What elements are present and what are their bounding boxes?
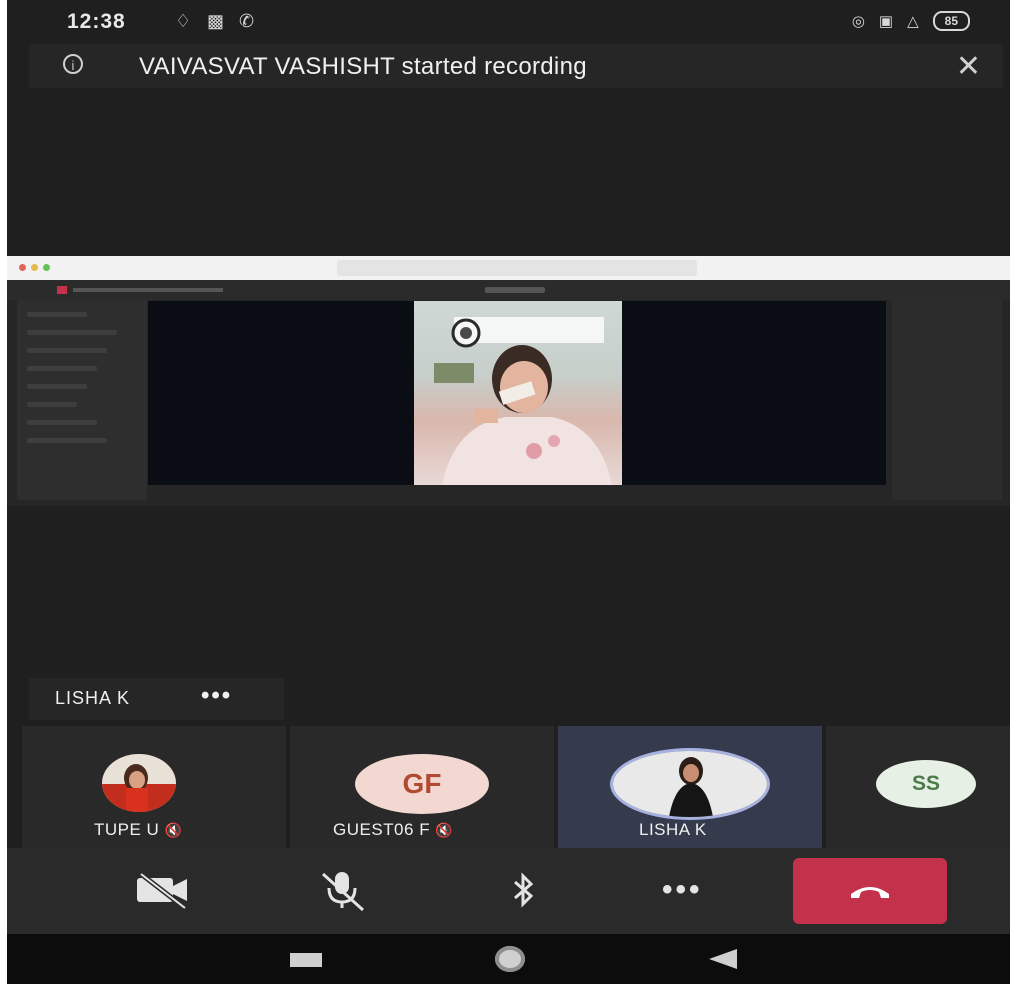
window-maximize-dot <box>43 264 50 271</box>
sidebar-line <box>27 330 117 335</box>
call-controls: ••• <box>7 848 1010 934</box>
android-nav-bar <box>7 934 1010 984</box>
notification-icon: ♢ <box>175 11 192 31</box>
more-options-icon[interactable]: ••• <box>201 682 232 710</box>
battery-indicator: 85 <box>932 11 970 31</box>
shared-app-indicator <box>485 287 545 293</box>
participant-initials-avatar: SS <box>876 760 976 808</box>
participant-name: LISHA K <box>639 820 707 839</box>
mic-off-icon <box>321 872 365 912</box>
recording-banner: i VAIVASVAT VASHISHT started recording ✕ <box>29 44 1003 88</box>
address-bar <box>337 260 697 276</box>
recording-message: VAIVASVAT VASHISHT started recording <box>139 53 587 80</box>
participants-strip: TUPE U 🔇 GF GUEST06 F 🔇 LISHA K SS <box>7 726 1010 848</box>
pinned-participant-label[interactable]: LISHA K ••• <box>29 678 284 720</box>
close-icon[interactable]: ✕ <box>956 49 981 84</box>
participant-tile[interactable]: TUPE U 🔇 <box>22 726 286 848</box>
phone-icon: ✆ <box>239 11 255 31</box>
shared-app-logo <box>57 286 67 294</box>
participant-initials-avatar: GF <box>355 754 489 814</box>
status-bar: 12:38 ♢ ▩ ✆ ◎ ▣ △ 85 <box>7 0 1010 44</box>
hang-up-button[interactable] <box>793 858 947 924</box>
participant-tile-active[interactable]: LISHA K <box>558 726 822 848</box>
participant-name-label: GUEST06 F 🔇 <box>333 820 453 840</box>
sidebar-line <box>27 420 97 425</box>
pinned-name: LISHA K <box>55 688 131 708</box>
sidebar-line <box>27 348 107 353</box>
participant-avatar <box>102 754 176 812</box>
camera-toggle-button[interactable] <box>133 868 193 912</box>
participant-tile[interactable]: GF GUEST06 F 🔇 <box>290 726 554 848</box>
hang-up-icon <box>851 887 889 898</box>
sidebar-line <box>27 312 87 317</box>
shared-video-stage <box>148 301 886 485</box>
participant-name-label: TUPE U 🔇 <box>94 820 183 840</box>
shared-app-topbar <box>7 280 1010 300</box>
participant-avatar <box>610 748 770 820</box>
sidebar-line <box>27 366 97 371</box>
info-icon: i <box>63 54 83 74</box>
status-indicators: ◎ ▣ △ 85 <box>852 11 970 31</box>
more-actions-button[interactable]: ••• <box>662 868 732 912</box>
mic-off-icon: 🔇 <box>435 822 454 838</box>
participant-name: TUPE U <box>94 820 160 839</box>
mic-off-icon: 🔇 <box>164 822 183 838</box>
participant-tile[interactable]: SS <box>826 726 1010 848</box>
window-minimize-dot <box>31 264 38 271</box>
sidebar-line <box>27 438 107 443</box>
signal-icon: △ <box>907 13 919 30</box>
window-close-dot <box>19 264 26 271</box>
teams-notification-icon: ▩ <box>207 11 225 31</box>
mic-toggle-button[interactable] <box>313 868 373 912</box>
participant-video <box>414 301 622 485</box>
volte-icon: ▣ <box>878 13 894 30</box>
back-icon[interactable] <box>707 948 739 970</box>
participant-name: GUEST06 F <box>333 820 431 839</box>
shared-app-right-panel <box>892 300 1002 500</box>
shared-screen <box>7 256 1010 506</box>
home-icon[interactable] <box>495 946 525 972</box>
recents-icon[interactable] <box>290 953 322 967</box>
shared-app-sidebar <box>17 300 147 500</box>
status-time: 12:38 <box>67 10 126 33</box>
sidebar-line <box>27 402 77 407</box>
shared-app-title <box>73 288 223 292</box>
vibrate-icon: ◎ <box>851 13 865 30</box>
audio-device-button[interactable] <box>493 868 553 912</box>
teams-meeting-screen: 12:38 ♢ ▩ ✆ ◎ ▣ △ 85 i VAIVASVAT VASHISH… <box>7 0 1010 984</box>
browser-toolbar <box>7 256 1010 280</box>
camera-off-icon <box>137 872 187 910</box>
video-frame-illustration <box>434 317 612 485</box>
sidebar-line <box>27 384 87 389</box>
bluetooth-icon <box>514 872 534 908</box>
